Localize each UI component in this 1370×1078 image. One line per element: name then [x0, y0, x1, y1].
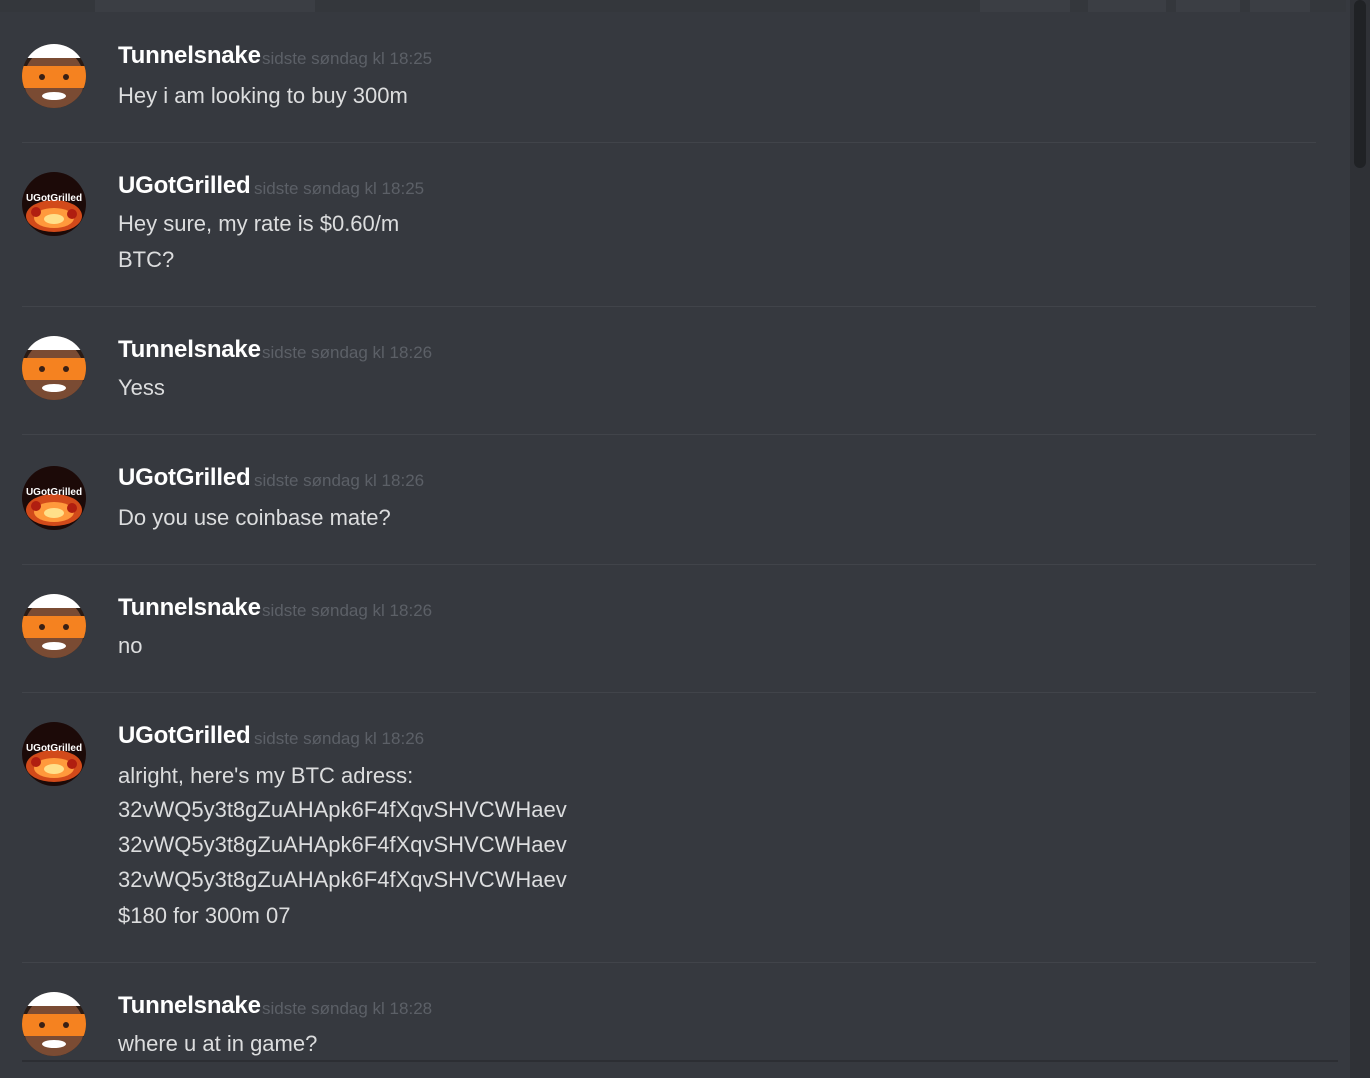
chat-message-list[interactable]: Tunnelsnake sidste søndag kl 18:25 Hey i… — [0, 0, 1370, 1078]
ugotgrilled-avatar-icon[interactable]: UGotGrilled — [22, 722, 86, 786]
username[interactable]: Tunnelsnake — [118, 336, 261, 364]
message-list-bottom-edge — [22, 1060, 1338, 1062]
scrollbar-thumb[interactable] — [1354, 0, 1366, 168]
message-divider — [22, 692, 1316, 693]
timestamp: sidste søndag kl 18:25 — [254, 179, 425, 198]
message-text: $180 for 300m 07 — [118, 903, 291, 928]
message-text: no — [118, 633, 143, 658]
message-text: 32vWQ5y3t8gZuAHApk6F4fXqvSHVCWHaev — [118, 797, 567, 822]
message-text: alright, here's my BTC adress: — [118, 763, 414, 788]
svg-text:UGotGrilled: UGotGrilled — [26, 743, 82, 754]
message-text: Do you use coinbase mate? — [118, 505, 391, 530]
svg-text:UGotGrilled: UGotGrilled — [26, 487, 82, 498]
timestamp: sidste søndag kl 18:26 — [254, 471, 425, 490]
message-text: Hey sure, my rate is $0.60/m — [118, 211, 400, 236]
username[interactable]: Tunnelsnake — [118, 594, 261, 622]
ugotgrilled-avatar-icon[interactable]: UGotGrilled — [22, 466, 86, 530]
message-divider — [22, 962, 1316, 963]
message-divider — [22, 306, 1316, 307]
message-text: Yess — [118, 375, 165, 400]
scrollbar-track[interactable] — [1350, 0, 1370, 1078]
tunnelsnake-avatar-icon[interactable] — [22, 336, 86, 400]
tunnelsnake-avatar-icon[interactable] — [22, 44, 86, 108]
username[interactable]: Tunnelsnake — [118, 992, 261, 1020]
username[interactable]: UGotGrilled — [118, 722, 251, 750]
timestamp: sidste søndag kl 18:26 — [262, 343, 433, 362]
message-text: 32vWQ5y3t8gZuAHApk6F4fXqvSHVCWHaev — [118, 832, 567, 857]
username[interactable]: UGotGrilled — [118, 172, 251, 200]
username[interactable]: Tunnelsnake — [118, 42, 261, 70]
ugotgrilled-avatar-icon[interactable]: UGotGrilled — [22, 172, 86, 236]
message-divider — [22, 434, 1316, 435]
top-strip — [0, 0, 1346, 12]
timestamp: sidste søndag kl 18:25 — [262, 49, 433, 68]
timestamp: sidste søndag kl 18:26 — [262, 601, 433, 620]
tunnelsnake-avatar-icon[interactable] — [22, 992, 86, 1056]
timestamp: sidste søndag kl 18:26 — [254, 729, 425, 748]
message-text: BTC? — [118, 247, 175, 272]
message-divider — [22, 142, 1316, 143]
message-text: Hey i am looking to buy 300m — [118, 83, 408, 108]
timestamp: sidste søndag kl 18:28 — [262, 999, 433, 1018]
tunnelsnake-avatar-icon[interactable] — [22, 594, 86, 658]
message-text: where u at in game? — [118, 1031, 318, 1056]
message-divider — [22, 564, 1316, 565]
message-text: 32vWQ5y3t8gZuAHApk6F4fXqvSHVCWHaev — [118, 867, 567, 892]
svg-text:UGotGrilled: UGotGrilled — [26, 193, 82, 204]
username[interactable]: UGotGrilled — [118, 464, 251, 492]
